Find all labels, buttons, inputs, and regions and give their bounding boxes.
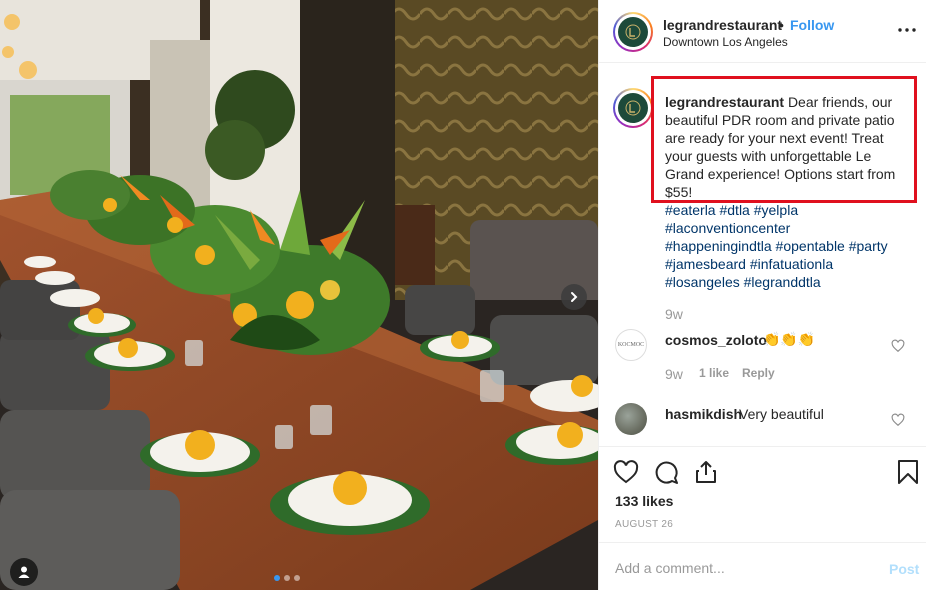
comment-text: Very beautiful	[739, 406, 824, 422]
restaurant-table-image	[0, 0, 598, 590]
follow-button[interactable]: Follow	[790, 17, 834, 33]
more-options-icon	[898, 28, 916, 32]
comment-likes-count[interactable]: 1 like	[699, 366, 729, 380]
heart-icon[interactable]	[613, 459, 639, 485]
more-options-button[interactable]	[895, 20, 919, 40]
bookmark-icon[interactable]	[895, 459, 921, 485]
post-username[interactable]: legrandrestaurant	[663, 17, 782, 33]
caption-timestamp[interactable]: 9w	[665, 306, 683, 322]
post-header: legrandrestaurant • Follow Downtown Los …	[599, 0, 926, 63]
comment-like-icon[interactable]	[891, 413, 905, 427]
hashtag-link[interactable]: #laconventioncenter	[665, 220, 790, 236]
caption-avatar[interactable]	[613, 88, 653, 128]
comment-icon[interactable]	[653, 459, 679, 485]
carousel-dot	[284, 575, 290, 581]
post-date: AUGUST 26	[615, 519, 674, 530]
hashtag-link[interactable]: #dtla	[719, 202, 749, 218]
comment-timestamp[interactable]: 9w	[665, 366, 683, 382]
chevron-right-icon	[571, 292, 578, 302]
next-photo-button[interactable]	[561, 284, 587, 310]
post-details-panel: legrandrestaurant • Follow Downtown Los …	[598, 0, 926, 590]
hashtag-link[interactable]: #eaterla	[665, 202, 716, 218]
carousel-indicator	[274, 575, 300, 581]
likes-count[interactable]: 133 likes	[615, 493, 673, 509]
caption-username[interactable]: legrandrestaurant	[665, 94, 784, 110]
hashtag-link[interactable]: #yelpla	[754, 202, 798, 218]
hashtag-link[interactable]: #happeningindtla	[665, 238, 772, 254]
restaurant-logo-icon	[625, 24, 641, 40]
comment-username[interactable]: cosmos_zoloto	[665, 332, 767, 348]
divider	[599, 446, 926, 447]
hashtag-link[interactable]: #losangeles	[665, 274, 740, 290]
comment-avatar[interactable]	[615, 403, 647, 435]
hashtag-link[interactable]: #opentable	[776, 238, 845, 254]
hashtag-list: #eaterla #dtla #yelpla #laconventioncent…	[665, 201, 915, 291]
carousel-dot	[294, 575, 300, 581]
comment-avatar[interactable]: KOCMOC	[615, 329, 647, 361]
post-location[interactable]: Downtown Los Angeles	[663, 35, 788, 49]
separator-dot: •	[779, 17, 784, 33]
comment-text: 👏👏👏	[763, 331, 816, 347]
avatar[interactable]	[613, 12, 653, 52]
share-icon[interactable]	[693, 459, 719, 485]
add-comment-input[interactable]	[615, 556, 875, 580]
reply-button[interactable]: Reply	[742, 366, 775, 380]
post-photo[interactable]	[0, 0, 598, 590]
hashtag-link[interactable]: #infatuationla	[750, 256, 833, 272]
user-tag-icon	[18, 566, 30, 578]
comment-like-icon[interactable]	[891, 339, 905, 353]
post-comment-button[interactable]: Post	[889, 561, 919, 577]
post-caption: legrandrestaurant Dear friends, our beau…	[665, 93, 905, 201]
hashtag-link[interactable]: #jamesbeard	[665, 256, 746, 272]
carousel-dot	[274, 575, 280, 581]
comment-username[interactable]: hasmikdish	[665, 406, 742, 422]
hashtag-link[interactable]: #legranddtla	[744, 274, 821, 290]
restaurant-logo-icon	[625, 100, 641, 116]
instagram-post: legrandrestaurant • Follow Downtown Los …	[0, 0, 926, 590]
avatar-logo-text: KOCMOC	[617, 342, 645, 348]
divider	[599, 542, 926, 543]
hashtag-link[interactable]: #party	[849, 238, 888, 254]
tagged-users-button[interactable]	[10, 558, 38, 586]
